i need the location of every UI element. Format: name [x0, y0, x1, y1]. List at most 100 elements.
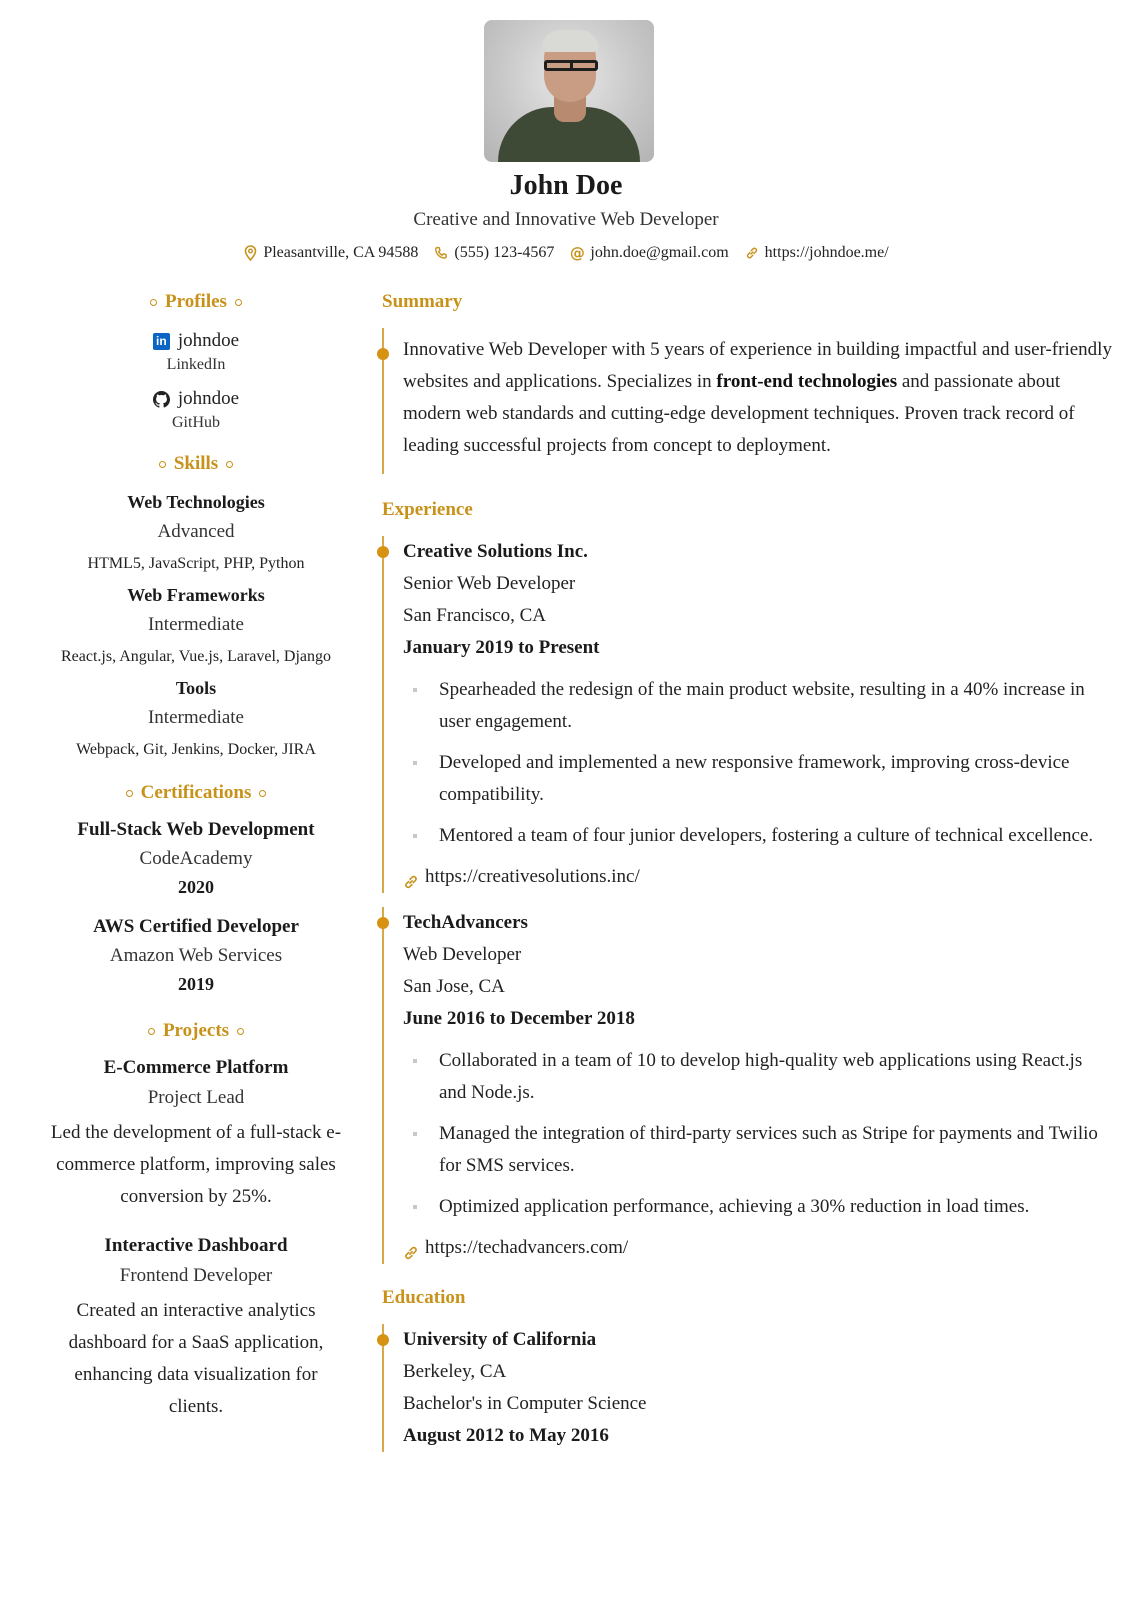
job-highlight: Collaborated in a team of 10 to develop …	[403, 1045, 1112, 1109]
experience-timeline: Creative Solutions Inc. Senior Web Devel…	[377, 536, 1112, 893]
contact-email[interactable]: @ john.doe@gmail.com	[569, 244, 729, 262]
contact-phone-text: (555) 123-4567	[454, 244, 555, 261]
job-url[interactable]: https://creativesolutions.inc/	[403, 861, 1112, 893]
summary-timeline: Innovative Web Developer with 5 years of…	[377, 328, 1112, 474]
education-degree: Bachelor's in Computer Science	[403, 1393, 647, 1414]
education-institution: University of California	[403, 1329, 597, 1350]
skill-keywords: HTML5, JavaScript, PHP, Python	[87, 555, 305, 572]
job-highlight: Spearheaded the redesign of the main pro…	[403, 674, 1112, 738]
photo-hair	[542, 30, 598, 52]
education-heading: Education	[382, 1287, 466, 1308]
job-highlight: Mentored a team of four junior developer…	[403, 820, 1112, 852]
experience-heading: Experience	[382, 499, 473, 520]
job-location: San Francisco, CA	[403, 605, 547, 626]
projects-heading-text: Projects	[162, 1020, 230, 1041]
profiles-heading: Profiles	[0, 290, 392, 314]
timeline-dot	[377, 348, 389, 360]
skill-level: Advanced	[157, 521, 235, 542]
job-date: January 2019 to Present	[403, 637, 600, 658]
project-name: Interactive Dashboard	[104, 1235, 288, 1256]
job-highlight: Optimized application performance, achie…	[403, 1191, 1112, 1223]
candidate-name: John Doe	[509, 170, 623, 201]
phone-icon	[434, 245, 448, 261]
profile-photo	[484, 20, 654, 162]
project-item: Interactive Dashboard Frontend Developer…	[0, 1235, 392, 1423]
experience-timeline: TechAdvancers Web Developer San Jose, CA…	[377, 907, 1112, 1264]
left-column: Profiles in johndoe LinkedIn johndoe Git…	[0, 290, 392, 1423]
skill-name: Web Technologies	[127, 492, 265, 512]
ring-icon	[147, 1027, 155, 1035]
timeline-dot	[377, 546, 389, 558]
ring-icon	[125, 789, 133, 797]
certifications-heading-text: Certifications	[140, 782, 252, 803]
link-icon	[403, 1240, 419, 1260]
certification-issuer: Amazon Web Services	[109, 945, 283, 966]
certification-name: Full-Stack Web Development	[77, 819, 315, 840]
profile-username: johndoe	[177, 388, 240, 409]
contact-bar: Pleasantville, CA 94588 (555) 123-4567 @…	[0, 244, 1132, 262]
job-date: June 2016 to December 2018	[403, 1008, 635, 1029]
project-name: E-Commerce Platform	[103, 1057, 289, 1078]
certification-date: 2020	[178, 877, 214, 897]
profiles-heading-text: Profiles	[165, 291, 227, 312]
profile-network: GitHub	[172, 414, 220, 431]
ring-icon	[150, 298, 158, 306]
link-icon	[745, 245, 759, 261]
summary-text: Innovative Web Developer with 5 years of…	[403, 328, 1112, 474]
summary-text-bold: front-end technologies	[716, 371, 898, 392]
timeline-dot	[377, 1334, 389, 1346]
certification-item: Full-Stack Web Development CodeAcademy 2…	[0, 819, 392, 898]
skill-item: Web Technologies Advanced HTML5, JavaScr…	[0, 492, 392, 573]
linkedin-icon: in	[152, 332, 170, 350]
contact-website[interactable]: https://johndoe.me/	[745, 244, 889, 262]
profile-item-github[interactable]: johndoe GitHub	[0, 388, 392, 432]
at-sign-icon: @	[569, 244, 585, 262]
profile-item-linkedin[interactable]: in johndoe LinkedIn	[0, 330, 392, 374]
profile-network: LinkedIn	[166, 356, 226, 373]
skill-level: Intermediate	[147, 614, 244, 635]
ring-icon	[158, 460, 166, 468]
skill-keywords: Webpack, Git, Jenkins, Docker, JIRA	[76, 741, 316, 758]
link-icon	[403, 869, 419, 889]
job-url-text: https://creativesolutions.inc/	[425, 866, 640, 887]
experience-item: TechAdvancers Web Developer San Jose, CA…	[377, 907, 1112, 1264]
job-highlight: Managed the integration of third-party s…	[403, 1118, 1112, 1182]
contact-website-text: https://johndoe.me/	[764, 244, 889, 261]
certifications-heading: Certifications	[0, 781, 392, 805]
profile-username: johndoe	[177, 330, 240, 351]
candidate-headline: Creative and Innovative Web Developer	[413, 209, 719, 230]
certification-date: 2019	[178, 974, 214, 994]
skill-item: Tools Intermediate Webpack, Git, Jenkins…	[0, 678, 392, 759]
map-pin-icon	[243, 245, 257, 261]
education-item: University of California Berkeley, CA Ba…	[377, 1324, 1112, 1452]
project-description: Created an interactive analytics dashboa…	[68, 1300, 324, 1417]
summary-heading: Summary	[382, 291, 463, 312]
job-highlights: Collaborated in a team of 10 to develop …	[403, 1045, 1112, 1223]
job-position: Senior Web Developer	[403, 573, 576, 594]
timeline-dot	[377, 917, 389, 929]
project-role: Frontend Developer	[119, 1265, 273, 1286]
skills-heading: Skills	[0, 452, 392, 476]
contact-phone[interactable]: (555) 123-4567	[434, 244, 554, 262]
github-icon	[152, 390, 170, 408]
right-column: Summary Innovative Web Developer with 5 …	[377, 290, 1112, 1452]
ring-icon	[234, 298, 242, 306]
education-date: August 2012 to May 2016	[403, 1425, 609, 1446]
job-company: TechAdvancers	[403, 912, 528, 933]
skill-item: Web Frameworks Intermediate React.js, An…	[0, 585, 392, 666]
contact-location: Pleasantville, CA 94588	[243, 244, 418, 262]
projects-heading: Projects	[0, 1019, 392, 1043]
job-position: Web Developer	[403, 944, 522, 965]
education-timeline: University of California Berkeley, CA Ba…	[377, 1324, 1112, 1452]
job-url-text: https://techadvancers.com/	[425, 1237, 629, 1258]
education-location: Berkeley, CA	[403, 1361, 507, 1382]
project-item: E-Commerce Platform Project Lead Led the…	[0, 1057, 392, 1213]
job-highlights: Spearheaded the redesign of the main pro…	[403, 674, 1112, 852]
ring-icon	[226, 460, 234, 468]
contact-location-text: Pleasantville, CA 94588	[263, 244, 419, 261]
experience-item: Creative Solutions Inc. Senior Web Devel…	[377, 536, 1112, 893]
job-company: Creative Solutions Inc.	[403, 541, 588, 562]
job-url[interactable]: https://techadvancers.com/	[403, 1232, 1112, 1264]
certification-name: AWS Certified Developer	[93, 916, 299, 937]
project-role: Project Lead	[147, 1087, 245, 1108]
